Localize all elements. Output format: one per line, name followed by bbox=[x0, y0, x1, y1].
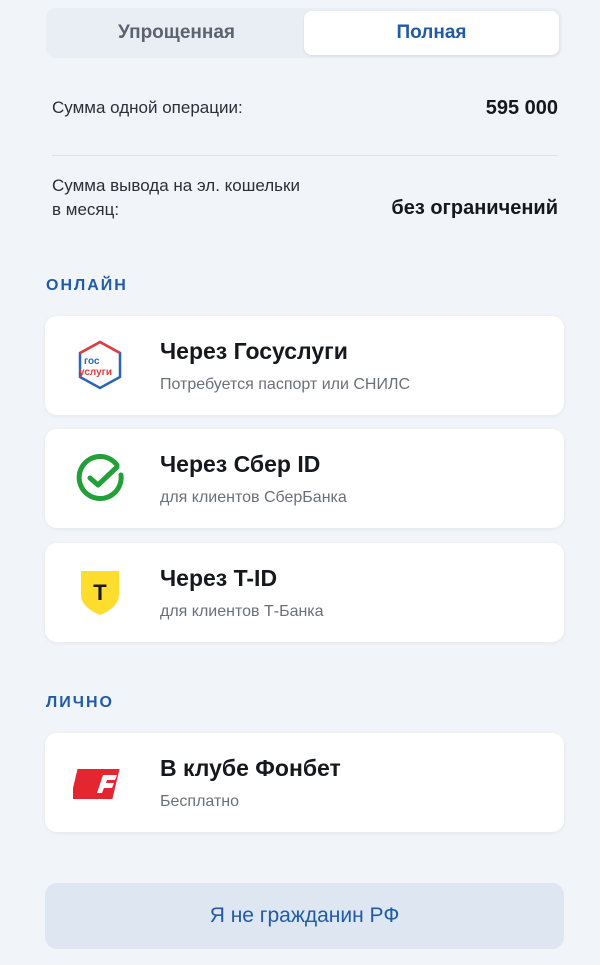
option-gosuslugi-title: Через Госуслуги bbox=[160, 338, 348, 364]
section-online-label: ОНЛАЙН bbox=[46, 277, 128, 294]
option-sber-subtitle: для клиентов СберБанка bbox=[160, 489, 347, 506]
verification-mode-switch: Упрощенная Полная bbox=[46, 8, 562, 58]
tab-full[interactable]: Полная bbox=[304, 11, 559, 55]
tab-simplified[interactable]: Упрощенная bbox=[49, 11, 304, 55]
option-tid-subtitle: для клиентов Т-Банка bbox=[160, 603, 324, 620]
withdraw-label: Сумма вывода на эл. кошельки в месяц: bbox=[52, 174, 300, 222]
gos-logo-text-2: услуги bbox=[79, 367, 112, 378]
withdraw-value: без ограничений bbox=[391, 197, 558, 219]
option-fonbet-title: В клубе Фонбет bbox=[160, 755, 341, 781]
withdraw-label-line2: в месяц: bbox=[52, 200, 120, 219]
tbank-logo-letter: Т bbox=[93, 580, 107, 605]
option-fonbet-club[interactable]: В клубе Фонбет Бесплатно bbox=[45, 733, 564, 832]
not-citizen-button[interactable]: Я не гражданин РФ bbox=[45, 883, 564, 949]
option-tid-title: Через T-ID bbox=[160, 565, 278, 591]
option-gosuslugi[interactable]: гос услуги Через Госуслуги Потребуется п… bbox=[45, 316, 564, 415]
tbank-logo-icon: Т bbox=[73, 565, 127, 619]
gosuslugi-logo-icon: гос услуги bbox=[73, 338, 127, 392]
single-operation-label: Сумма одной операции: bbox=[52, 98, 243, 117]
limit-withdraw-monthly: Сумма вывода на эл. кошельки в месяц: бе… bbox=[52, 174, 558, 222]
divider bbox=[52, 155, 558, 156]
limit-single-operation: Сумма одной операции: 595 000 bbox=[52, 96, 558, 120]
option-t-id[interactable]: Т Через T-ID для клиентов Т-Банка bbox=[45, 543, 564, 642]
gos-logo-text-1: гос bbox=[84, 356, 100, 367]
option-fonbet-subtitle: Бесплатно bbox=[160, 793, 240, 810]
sber-logo-icon bbox=[73, 451, 127, 505]
single-operation-value: 595 000 bbox=[485, 97, 558, 119]
option-gosuslugi-subtitle: Потребуется паспорт или СНИЛС bbox=[160, 376, 411, 393]
section-personal-label: ЛИЧНО bbox=[46, 694, 114, 711]
fonbet-logo-icon bbox=[70, 755, 127, 809]
withdraw-label-line1: Сумма вывода на эл. кошельки bbox=[52, 176, 300, 195]
option-sber-id[interactable]: Через Сбер ID для клиентов СберБанка bbox=[45, 429, 564, 528]
option-sber-title: Через Сбер ID bbox=[160, 451, 321, 477]
